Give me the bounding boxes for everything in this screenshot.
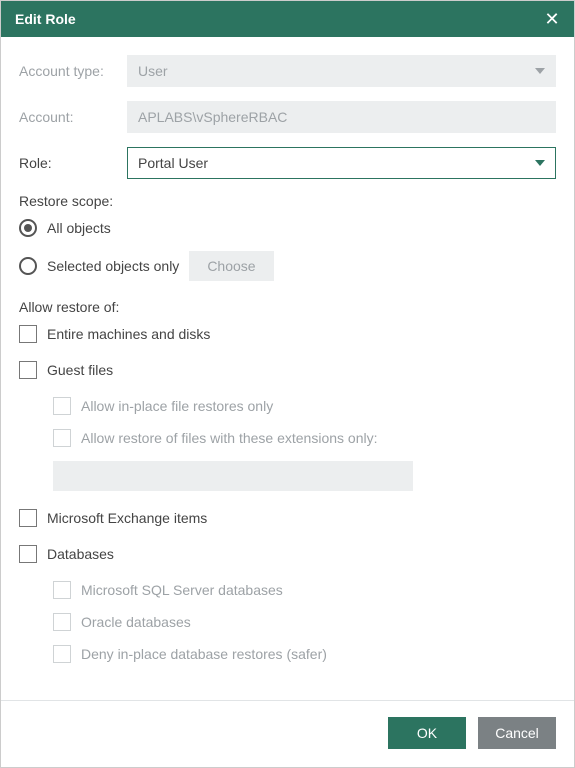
account-label: Account:	[19, 109, 127, 125]
exchange-label: Microsoft Exchange items	[47, 510, 207, 526]
restore-scope-selected-row[interactable]: Selected objects only Choose	[19, 251, 556, 281]
account-field: APLABS\vSphereRBAC	[127, 101, 556, 133]
checkbox-mssql	[53, 581, 71, 599]
ok-button[interactable]: OK	[388, 717, 466, 749]
guest-files-label: Guest files	[47, 362, 113, 378]
extensions-input	[53, 461, 413, 491]
dialog-body: Account type: User Account: APLABS\vSphe…	[1, 37, 574, 700]
chevron-down-icon	[535, 68, 545, 74]
deny-inplace-db-row: Deny in-place database restores (safer)	[53, 645, 556, 663]
dialog-title: Edit Role	[15, 11, 76, 27]
account-type-label: Account type:	[19, 63, 127, 79]
role-row: Role: Portal User	[19, 147, 556, 179]
radio-all-objects-label: All objects	[47, 220, 111, 236]
mssql-row: Microsoft SQL Server databases	[53, 581, 556, 599]
inplace-only-row: Allow in-place file restores only	[53, 397, 556, 415]
ext-only-row: Allow restore of files with these extens…	[53, 429, 556, 447]
account-row: Account: APLABS\vSphereRBAC	[19, 101, 556, 133]
checkbox-inplace-only	[53, 397, 71, 415]
close-icon[interactable]: ✕	[542, 10, 562, 28]
account-type-select: User	[127, 55, 556, 87]
databases-row[interactable]: Databases	[19, 545, 556, 563]
dialog-footer: OK Cancel	[1, 700, 574, 767]
titlebar: Edit Role ✕	[1, 1, 574, 37]
checkbox-exchange[interactable]	[19, 509, 37, 527]
databases-label: Databases	[47, 546, 114, 562]
radio-selected-objects-label: Selected objects only	[47, 258, 179, 274]
inplace-only-label: Allow in-place file restores only	[81, 398, 273, 414]
cancel-button[interactable]: Cancel	[478, 717, 556, 749]
checkbox-entire-machines[interactable]	[19, 325, 37, 343]
deny-inplace-db-label: Deny in-place database restores (safer)	[81, 646, 327, 662]
checkbox-deny-inplace-db	[53, 645, 71, 663]
radio-selected-objects[interactable]	[19, 257, 37, 275]
checkbox-databases[interactable]	[19, 545, 37, 563]
checkbox-oracle	[53, 613, 71, 631]
chevron-down-icon	[535, 160, 545, 166]
restore-scope-label: Restore scope:	[19, 193, 556, 209]
ext-only-label: Allow restore of files with these extens…	[81, 430, 377, 446]
radio-all-objects[interactable]	[19, 219, 37, 237]
choose-button: Choose	[189, 251, 273, 281]
allow-restore-of-label: Allow restore of:	[19, 299, 556, 315]
account-type-row: Account type: User	[19, 55, 556, 87]
checkbox-guest-files[interactable]	[19, 361, 37, 379]
entire-machines-row[interactable]: Entire machines and disks	[19, 325, 556, 343]
account-value: APLABS\vSphereRBAC	[138, 109, 287, 125]
checkbox-ext-only	[53, 429, 71, 447]
oracle-row: Oracle databases	[53, 613, 556, 631]
mssql-label: Microsoft SQL Server databases	[81, 582, 283, 598]
role-label: Role:	[19, 155, 127, 171]
guest-files-row[interactable]: Guest files	[19, 361, 556, 379]
account-type-value: User	[138, 63, 168, 79]
edit-role-dialog: Edit Role ✕ Account type: User Account: …	[0, 0, 575, 768]
exchange-row[interactable]: Microsoft Exchange items	[19, 509, 556, 527]
entire-machines-label: Entire machines and disks	[47, 326, 210, 342]
role-select[interactable]: Portal User	[127, 147, 556, 179]
role-value: Portal User	[138, 155, 208, 171]
restore-scope-all-row[interactable]: All objects	[19, 219, 556, 237]
oracle-label: Oracle databases	[81, 614, 191, 630]
